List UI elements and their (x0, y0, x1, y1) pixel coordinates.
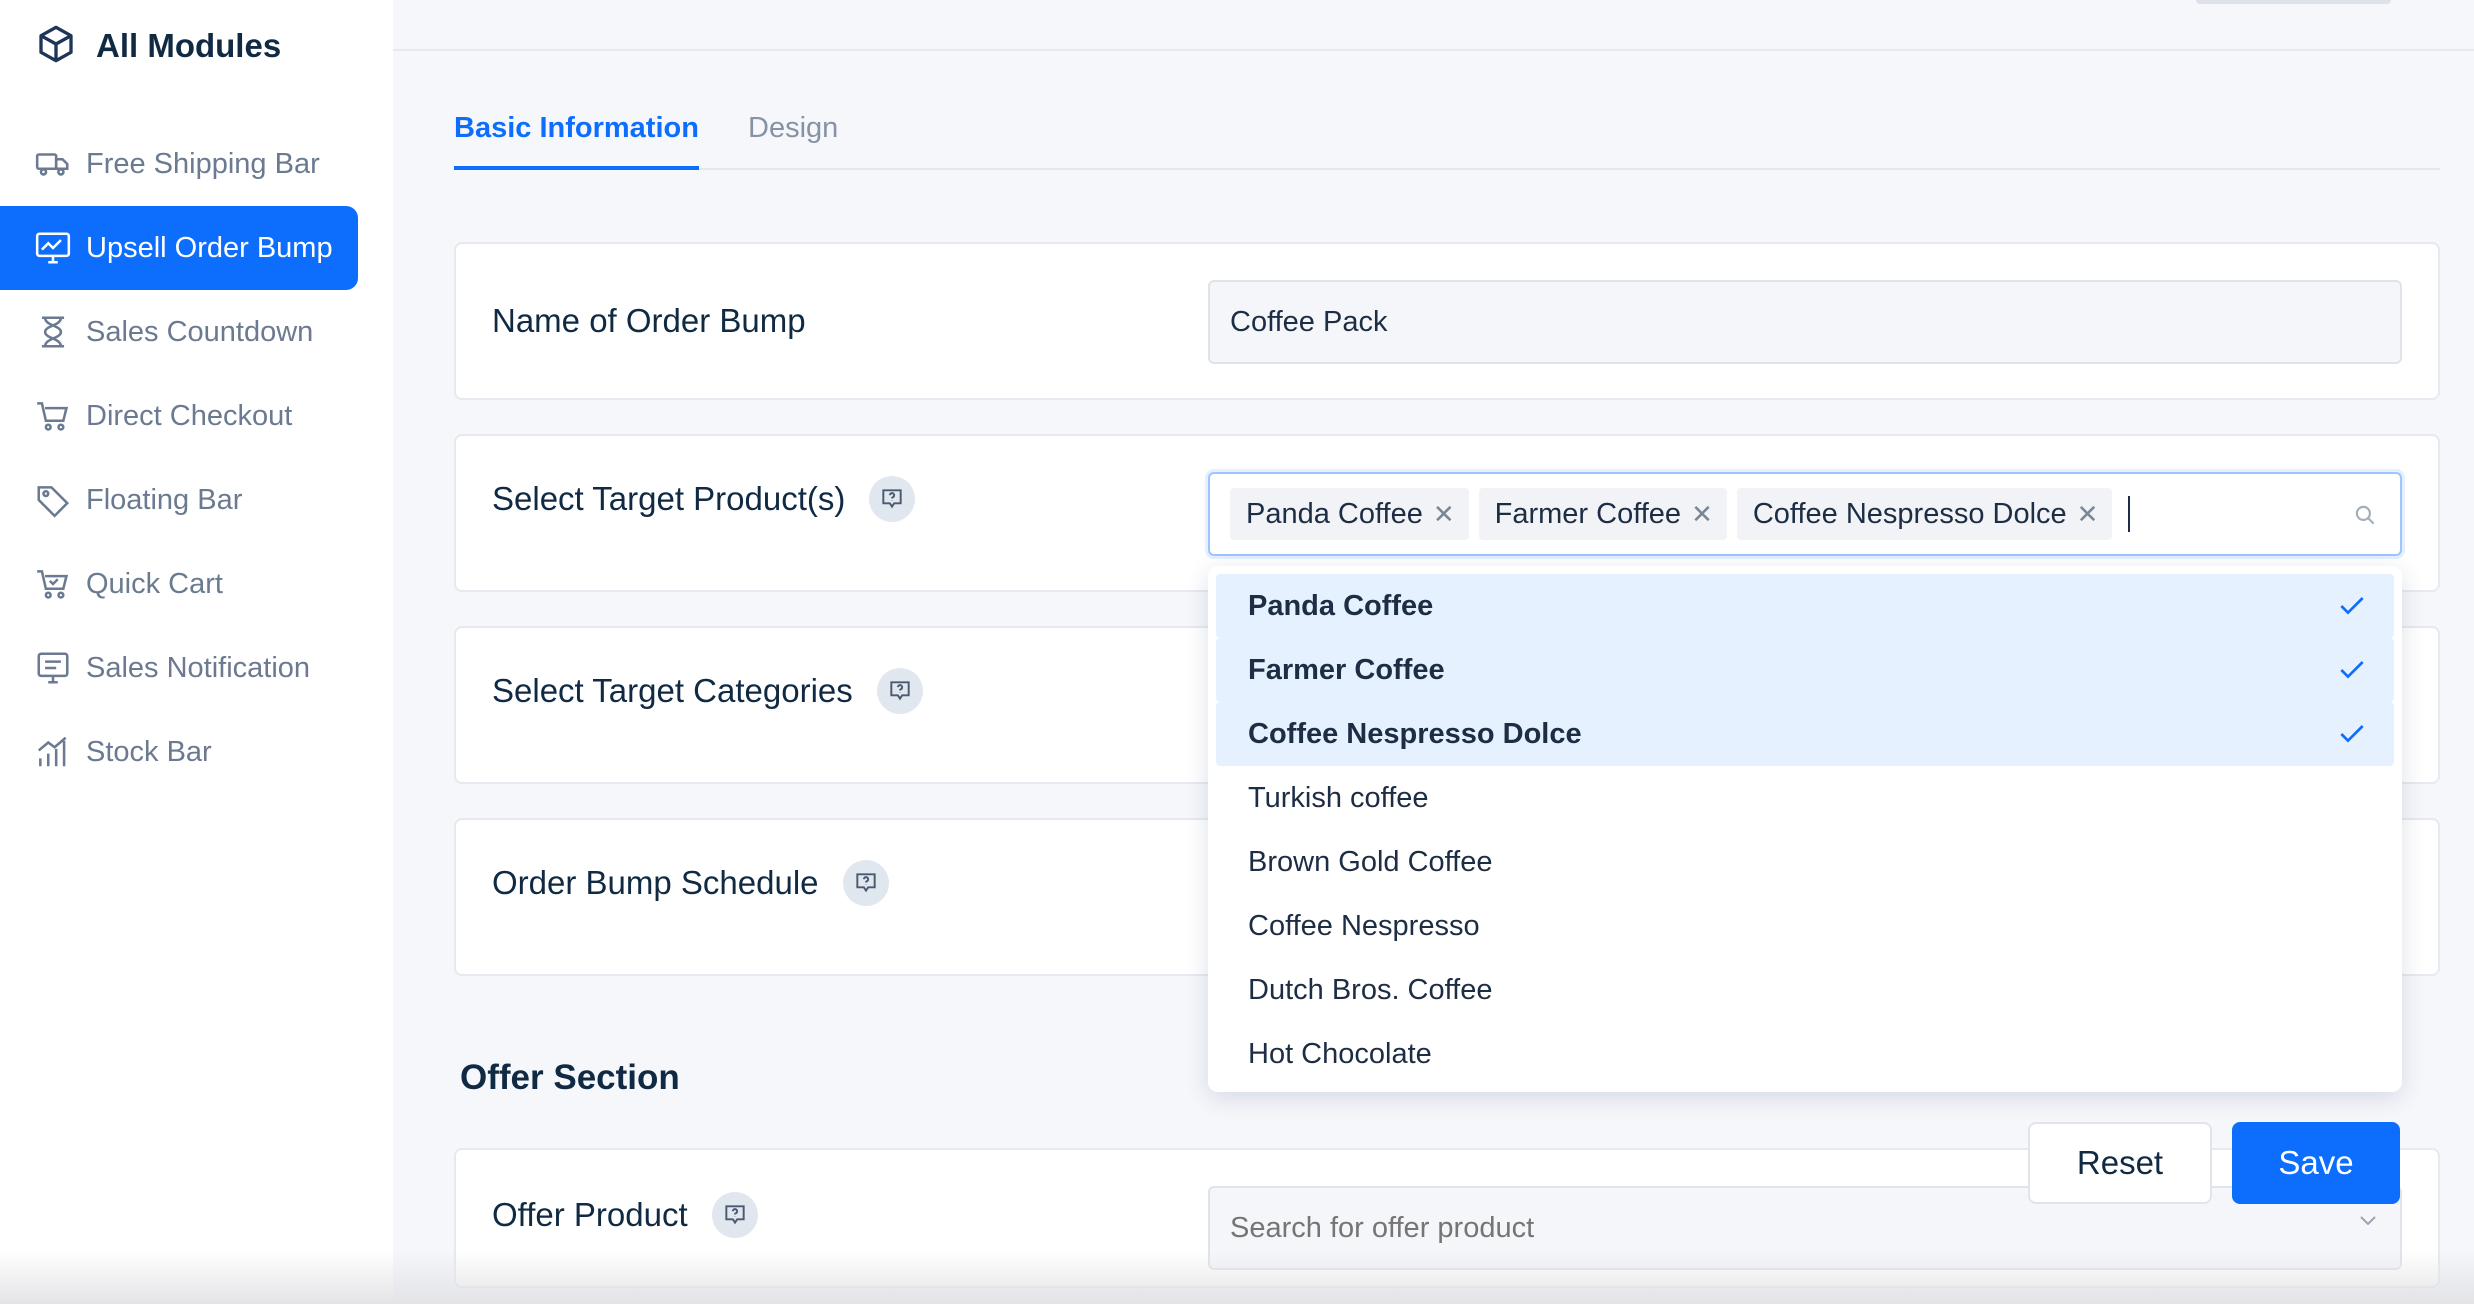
help-icon[interactable] (842, 860, 889, 906)
notification-icon (34, 649, 72, 687)
name-input[interactable]: Coffee Pack (1208, 280, 2402, 364)
help-icon[interactable] (869, 476, 916, 522)
sidebar-item-label: Direct Checkout (86, 399, 293, 432)
option-label: Coffee Nespresso (1248, 909, 1480, 942)
dropdown-option[interactable]: Coffee Nespresso (1216, 894, 2394, 958)
tag-label: Coffee Nespresso Dolce (1752, 497, 2067, 530)
hourglass-icon (34, 313, 72, 351)
option-label: Hot Chocolate (1248, 1037, 1432, 1070)
offer-product-label-text: Offer Product (492, 1196, 688, 1233)
chart-monitor-icon (34, 229, 72, 267)
target-products-label: Select Target Product(s) (492, 476, 916, 522)
text-caret (2128, 496, 2131, 532)
option-label: Dutch Bros. Coffee (1248, 973, 1493, 1006)
chevron-down-icon[interactable] (2356, 1208, 2380, 1232)
search-icon (2355, 505, 2375, 525)
option-label: Coffee Nespresso Dolce (1248, 717, 1582, 750)
dropdown-option[interactable]: Brown Gold Coffee (1216, 830, 2394, 894)
sidebar: All Modules Free Shipping Bar Upsell Ord… (0, 0, 393, 1304)
cart-icon (34, 397, 72, 435)
help-icon[interactable] (876, 668, 923, 714)
brand-title: All Modules (96, 27, 282, 64)
tab-bar: Basic Information Design (454, 100, 2440, 170)
option-label: Turkish coffee (1248, 781, 1429, 814)
offer-product-search-input[interactable] (1208, 1186, 2402, 1270)
selected-tag: Farmer Coffee ✕ (1478, 488, 1727, 540)
reset-button[interactable]: Reset (2028, 1122, 2212, 1204)
bar-chart-icon (34, 733, 72, 771)
remove-icon[interactable]: ✕ (1691, 499, 1713, 530)
target-categories-label-text: Select Target Categories (492, 672, 853, 709)
check-icon (2340, 661, 2364, 679)
help-icon[interactable] (711, 1192, 758, 1238)
sidebar-item-sales-notification[interactable]: Sales Notification (0, 626, 358, 710)
check-icon (2340, 725, 2364, 743)
tab-basic-information[interactable]: Basic Information (454, 112, 699, 170)
top-action-button[interactable] (2196, 0, 2391, 4)
sidebar-item-label: Upsell Order Bump (86, 231, 333, 264)
remove-icon[interactable]: ✕ (2077, 499, 2099, 530)
name-label: Name of Order Bump (492, 302, 806, 340)
dropdown-option[interactable]: Panda Coffee (1216, 574, 2394, 638)
name-label-text: Name of Order Bump (492, 302, 806, 339)
sidebar-item-stock-bar[interactable]: Stock Bar (0, 710, 358, 794)
offer-product-label: Offer Product (492, 1192, 758, 1238)
sidebar-item-label: Quick Cart (86, 567, 223, 600)
product-dropdown: Panda Coffee Farmer Coffee Coffee Nespre… (1208, 566, 2402, 1092)
offer-section-title: Offer Section (460, 1058, 680, 1097)
tag-label: Panda Coffee (1246, 497, 1423, 530)
sidebar-item-quick-cart[interactable]: Quick Cart (0, 542, 358, 626)
option-label: Panda Coffee (1248, 589, 1434, 622)
dropdown-option[interactable]: Dutch Bros. Coffee (1216, 958, 2394, 1022)
dropdown-option[interactable]: Farmer Coffee (1216, 638, 2394, 702)
sidebar-item-free-shipping-bar[interactable]: Free Shipping Bar (0, 122, 358, 206)
sidebar-item-direct-checkout[interactable]: Direct Checkout (0, 374, 358, 458)
target-products-select[interactable]: Panda Coffee ✕ Farmer Coffee ✕ Coffee Nesp… (1208, 472, 2402, 556)
selected-tag: Coffee Nespresso Dolce ✕ (1736, 488, 2113, 540)
sidebar-item-label: Sales Notification (86, 651, 311, 684)
option-label: Farmer Coffee (1248, 653, 1445, 686)
save-button[interactable]: Save (2232, 1122, 2400, 1204)
target-categories-label: Select Target Categories (492, 668, 923, 714)
divider (393, 49, 2474, 51)
sidebar-item-label: Free Shipping Bar (86, 147, 320, 180)
tab-design[interactable]: Design (748, 112, 838, 170)
sidebar-item-label: Stock Bar (86, 735, 212, 768)
sidebar-item-upsell-order-bump[interactable]: Upsell Order Bump (0, 206, 358, 290)
target-products-label-text: Select Target Product(s) (492, 480, 846, 517)
tag-icon (34, 481, 72, 519)
schedule-label: Order Bump Schedule (492, 860, 889, 906)
selected-tag: Panda Coffee ✕ (1230, 488, 1469, 540)
cube-icon (36, 24, 76, 69)
option-label: Brown Gold Coffee (1248, 845, 1493, 878)
schedule-label-text: Order Bump Schedule (492, 864, 819, 901)
check-icon (2340, 597, 2364, 615)
truck-icon (34, 145, 72, 183)
sidebar-item-label: Floating Bar (86, 483, 243, 516)
tag-label: Farmer Coffee (1494, 497, 1682, 530)
dropdown-option[interactable]: Turkish coffee (1216, 766, 2394, 830)
sidebar-item-sales-countdown[interactable]: Sales Countdown (0, 290, 358, 374)
dropdown-option[interactable]: Hot Chocolate (1216, 1022, 2394, 1086)
remove-icon[interactable]: ✕ (1433, 499, 1455, 530)
cart-check-icon (34, 565, 72, 603)
dropdown-option[interactable]: Coffee Nespresso Dolce (1216, 702, 2394, 766)
sidebar-item-floating-bar[interactable]: Floating Bar (0, 458, 358, 542)
sidebar-item-label: Sales Countdown (86, 315, 314, 348)
brand[interactable]: All Modules (36, 24, 281, 68)
